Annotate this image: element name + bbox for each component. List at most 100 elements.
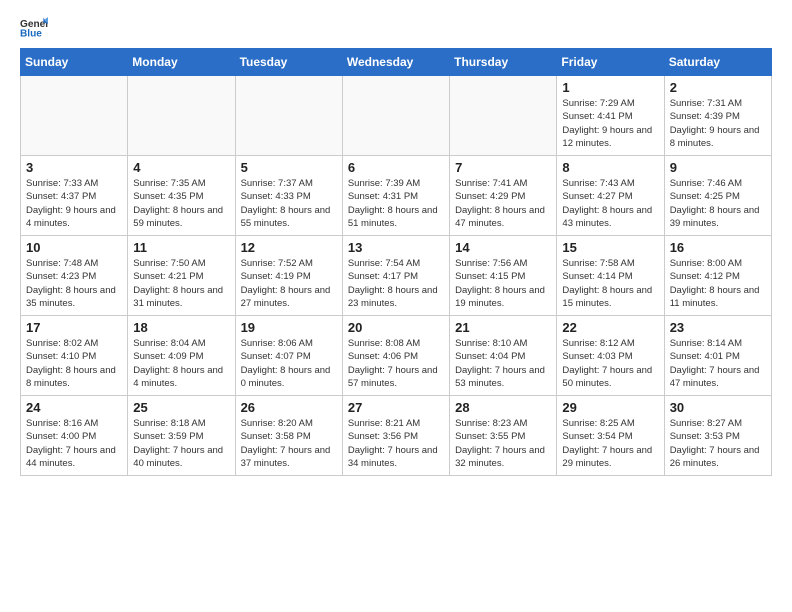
day-number: 30 <box>670 400 766 415</box>
day-info: Sunrise: 8:21 AM Sunset: 3:56 PM Dayligh… <box>348 417 444 470</box>
day-number: 1 <box>562 80 658 95</box>
calendar-cell: 26 Sunrise: 8:20 AM Sunset: 3:58 PM Dayli… <box>235 396 342 476</box>
calendar-cell: 6Sunrise: 7:39 AM Sunset: 4:31 PM Daylig… <box>342 156 449 236</box>
day-info: Sunrise: 8:23 AM Sunset: 3:55 PM Dayligh… <box>455 417 551 470</box>
day-number: 16 <box>670 240 766 255</box>
calendar-week-1: 3 Sunrise: 7:33 AM Sunset: 4:37 PM Daylig… <box>21 156 772 236</box>
calendar-cell <box>342 76 449 156</box>
calendar-cell: 18 Sunrise: 8:04 AM Sunset: 4:09 PM Dayli… <box>128 316 235 396</box>
day-number: 13 <box>348 240 444 255</box>
day-info: Sunrise: 8:20 AM Sunset: 3:58 PM Dayligh… <box>241 417 337 470</box>
calendar-cell: 27 Sunrise: 8:21 AM Sunset: 3:56 PM Dayli… <box>342 396 449 476</box>
day-info: Sunrise: 7:58 AM Sunset: 4:14 PM Dayligh… <box>562 257 658 310</box>
calendar-cell: 24Sunrise: 8:16 AM Sunset: 4:00 PM Dayli… <box>21 396 128 476</box>
calendar-cell: 22 Sunrise: 8:12 AM Sunset: 4:03 PM Dayli… <box>557 316 664 396</box>
day-number: 14 <box>455 240 551 255</box>
day-number: 15 <box>562 240 658 255</box>
calendar-cell: 17 Sunrise: 8:02 AM Sunset: 4:10 PM Dayli… <box>21 316 128 396</box>
page-header: General Blue <box>20 16 772 38</box>
day-info: Sunrise: 7:50 AM Sunset: 4:21 PM Dayligh… <box>133 257 229 310</box>
day-info: Sunrise: 7:48 AM Sunset: 4:23 PM Dayligh… <box>26 257 122 310</box>
day-info: Sunrise: 8:04 AM Sunset: 4:09 PM Dayligh… <box>133 337 229 390</box>
day-number: 3 <box>26 160 122 175</box>
day-info: Sunrise: 7:29 AM Sunset: 4:41 PM Dayligh… <box>562 97 658 150</box>
calendar-cell <box>21 76 128 156</box>
calendar-cell: 8 Sunrise: 7:43 AM Sunset: 4:27 PM Daylig… <box>557 156 664 236</box>
day-info: Sunrise: 7:56 AM Sunset: 4:15 PM Dayligh… <box>455 257 551 310</box>
calendar-cell <box>235 76 342 156</box>
day-number: 27 <box>348 400 444 415</box>
calendar-cell: 23 Sunrise: 8:14 AM Sunset: 4:01 PM Dayli… <box>664 316 771 396</box>
day-number: 18 <box>133 320 229 335</box>
calendar-week-4: 24Sunrise: 8:16 AM Sunset: 4:00 PM Dayli… <box>21 396 772 476</box>
calendar-week-0: 1 Sunrise: 7:29 AM Sunset: 4:41 PM Daylig… <box>21 76 772 156</box>
day-number: 25 <box>133 400 229 415</box>
day-info: Sunrise: 7:41 AM Sunset: 4:29 PM Dayligh… <box>455 177 551 230</box>
logo: General Blue <box>20 16 48 38</box>
day-info: Sunrise: 8:02 AM Sunset: 4:10 PM Dayligh… <box>26 337 122 390</box>
calendar-cell: 9 Sunrise: 7:46 AM Sunset: 4:25 PM Daylig… <box>664 156 771 236</box>
day-info: Sunrise: 8:12 AM Sunset: 4:03 PM Dayligh… <box>562 337 658 390</box>
calendar-cell: 29Sunrise: 8:25 AM Sunset: 3:54 PM Dayli… <box>557 396 664 476</box>
calendar-cell: 13Sunrise: 7:54 AM Sunset: 4:17 PM Dayli… <box>342 236 449 316</box>
calendar-cell <box>450 76 557 156</box>
calendar-cell: 7 Sunrise: 7:41 AM Sunset: 4:29 PM Daylig… <box>450 156 557 236</box>
weekday-header-wednesday: Wednesday <box>342 49 449 76</box>
day-info: Sunrise: 7:46 AM Sunset: 4:25 PM Dayligh… <box>670 177 766 230</box>
day-info: Sunrise: 8:18 AM Sunset: 3:59 PM Dayligh… <box>133 417 229 470</box>
calendar-cell: 3 Sunrise: 7:33 AM Sunset: 4:37 PM Daylig… <box>21 156 128 236</box>
day-number: 10 <box>26 240 122 255</box>
calendar-week-3: 17 Sunrise: 8:02 AM Sunset: 4:10 PM Dayli… <box>21 316 772 396</box>
header-row: SundayMondayTuesdayWednesdayThursdayFrid… <box>21 49 772 76</box>
calendar-cell: 25 Sunrise: 8:18 AM Sunset: 3:59 PM Dayli… <box>128 396 235 476</box>
calendar-table: SundayMondayTuesdayWednesdayThursdayFrid… <box>20 48 772 476</box>
calendar-cell: 28 Sunrise: 8:23 AM Sunset: 3:55 PM Dayli… <box>450 396 557 476</box>
day-info: Sunrise: 8:27 AM Sunset: 3:53 PM Dayligh… <box>670 417 766 470</box>
calendar-cell: 4 Sunrise: 7:35 AM Sunset: 4:35 PM Daylig… <box>128 156 235 236</box>
day-number: 28 <box>455 400 551 415</box>
day-number: 8 <box>562 160 658 175</box>
day-info: Sunrise: 8:08 AM Sunset: 4:06 PM Dayligh… <box>348 337 444 390</box>
calendar-cell: 20 Sunrise: 8:08 AM Sunset: 4:06 PM Dayli… <box>342 316 449 396</box>
day-number: 21 <box>455 320 551 335</box>
day-info: Sunrise: 7:35 AM Sunset: 4:35 PM Dayligh… <box>133 177 229 230</box>
weekday-header-sunday: Sunday <box>21 49 128 76</box>
day-number: 7 <box>455 160 551 175</box>
day-number: 4 <box>133 160 229 175</box>
calendar-cell <box>128 76 235 156</box>
day-number: 23 <box>670 320 766 335</box>
day-number: 2 <box>670 80 766 95</box>
calendar-cell: 21 Sunrise: 8:10 AM Sunset: 4:04 PM Dayli… <box>450 316 557 396</box>
day-number: 22 <box>562 320 658 335</box>
day-number: 17 <box>26 320 122 335</box>
calendar-cell: 1 Sunrise: 7:29 AM Sunset: 4:41 PM Daylig… <box>557 76 664 156</box>
weekday-header-monday: Monday <box>128 49 235 76</box>
day-number: 5 <box>241 160 337 175</box>
day-info: Sunrise: 7:52 AM Sunset: 4:19 PM Dayligh… <box>241 257 337 310</box>
weekday-header-tuesday: Tuesday <box>235 49 342 76</box>
day-number: 26 <box>241 400 337 415</box>
day-number: 24 <box>26 400 122 415</box>
day-info: Sunrise: 8:10 AM Sunset: 4:04 PM Dayligh… <box>455 337 551 390</box>
day-info: Sunrise: 7:43 AM Sunset: 4:27 PM Dayligh… <box>562 177 658 230</box>
calendar-week-2: 10 Sunrise: 7:48 AM Sunset: 4:23 PM Dayli… <box>21 236 772 316</box>
calendar-cell: 2Sunrise: 7:31 AM Sunset: 4:39 PM Daylig… <box>664 76 771 156</box>
day-number: 9 <box>670 160 766 175</box>
weekday-header-saturday: Saturday <box>664 49 771 76</box>
calendar-cell: 10 Sunrise: 7:48 AM Sunset: 4:23 PM Dayli… <box>21 236 128 316</box>
calendar-cell: 11Sunrise: 7:50 AM Sunset: 4:21 PM Dayli… <box>128 236 235 316</box>
day-number: 6 <box>348 160 444 175</box>
day-info: Sunrise: 8:14 AM Sunset: 4:01 PM Dayligh… <box>670 337 766 390</box>
calendar-cell: 5 Sunrise: 7:37 AM Sunset: 4:33 PM Daylig… <box>235 156 342 236</box>
calendar-cell: 16Sunrise: 8:00 AM Sunset: 4:12 PM Dayli… <box>664 236 771 316</box>
weekday-header-friday: Friday <box>557 49 664 76</box>
day-info: Sunrise: 7:37 AM Sunset: 4:33 PM Dayligh… <box>241 177 337 230</box>
calendar-cell: 15 Sunrise: 7:58 AM Sunset: 4:14 PM Dayli… <box>557 236 664 316</box>
weekday-header-thursday: Thursday <box>450 49 557 76</box>
calendar-cell: 12Sunrise: 7:52 AM Sunset: 4:19 PM Dayli… <box>235 236 342 316</box>
svg-text:Blue: Blue <box>20 28 42 38</box>
day-number: 20 <box>348 320 444 335</box>
calendar-cell: 14 Sunrise: 7:56 AM Sunset: 4:15 PM Dayli… <box>450 236 557 316</box>
day-info: Sunrise: 7:33 AM Sunset: 4:37 PM Dayligh… <box>26 177 122 230</box>
day-number: 19 <box>241 320 337 335</box>
